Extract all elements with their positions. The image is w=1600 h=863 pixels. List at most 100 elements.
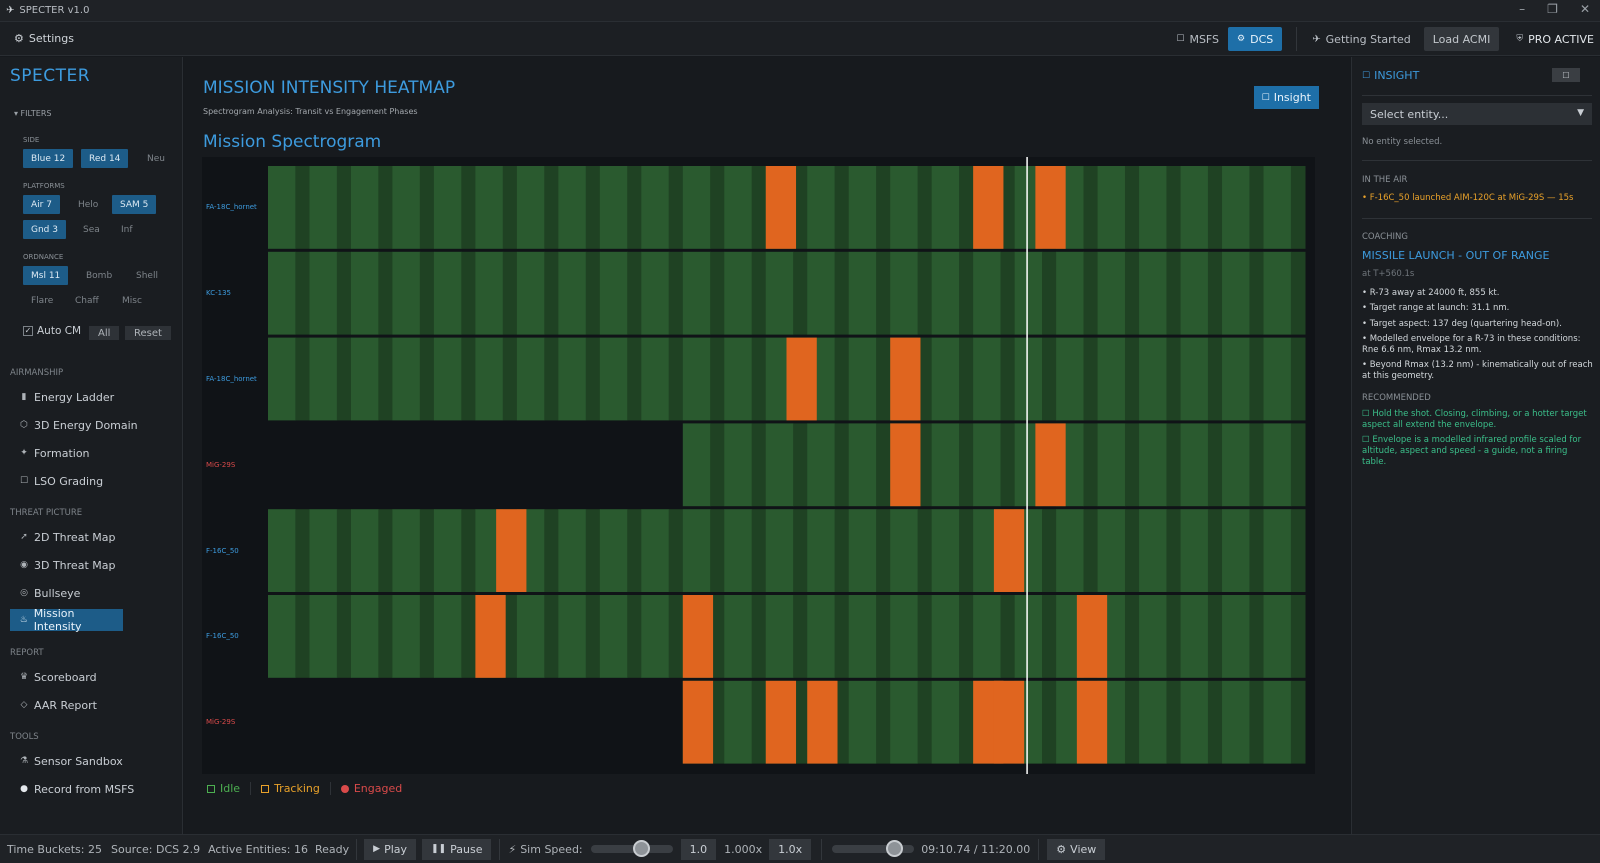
heatmap-cell	[641, 166, 670, 249]
chip-red[interactable]: Red 14	[81, 149, 129, 168]
speed-value-field[interactable]: 1.0	[680, 838, 717, 860]
insight-panel: ☐ INSIGHT ☐ Select entity... ▼ No entity s…	[1351, 57, 1600, 834]
chip-blue[interactable]: Blue 12	[23, 149, 74, 168]
load-acmi-button[interactable]: Load ACMI	[1423, 27, 1500, 51]
reset-button[interactable]: Reset	[125, 326, 171, 340]
chip-helo[interactable]: Helo	[70, 195, 106, 214]
engaged-cell	[890, 337, 921, 421]
chip-flare[interactable]: Flare	[23, 291, 61, 310]
nav-energy-ladder[interactable]: ▮ Energy Ladder	[10, 386, 123, 408]
bars-icon: ▮	[21, 392, 27, 402]
nav-formation[interactable]: ✦ Formation	[10, 442, 123, 464]
nav-sensor-sandbox[interactable]: ⚗ Sensor Sandbox	[10, 750, 123, 772]
pro-active-badge[interactable]: ⛨ PRO ACTIVE	[1507, 27, 1600, 51]
maximize-button[interactable]: ❐	[1547, 2, 1558, 16]
heatmap-cell	[751, 251, 767, 335]
getting-started-button[interactable]: ✈ Getting Started	[1303, 27, 1419, 51]
heatmap-cell	[848, 337, 877, 421]
slider-handle[interactable]	[632, 840, 650, 857]
speed-preset-button[interactable]: 1.0x	[769, 838, 812, 860]
chip-gnd[interactable]: Gnd 3	[23, 220, 66, 239]
main-panel: MISSION INTENSITY HEATMAP Spectrogram An…	[184, 57, 1350, 834]
nav-2d-threat-map[interactable]: ➚ 2D Threat Map	[10, 526, 123, 548]
heatmap-cell	[834, 337, 850, 421]
slider-handle[interactable]	[886, 840, 904, 857]
speed-multiplier-text: 1.000x	[724, 842, 763, 856]
heatmap-cell	[793, 251, 808, 335]
engaged-cell	[765, 166, 797, 249]
chip-inf[interactable]: Inf	[113, 220, 141, 239]
section-threat: THREAT PICTURE	[10, 508, 83, 518]
nav-record-msfs[interactable]: ● Record from MSFS	[10, 778, 150, 800]
entity-select[interactable]: Select entity... ▼	[1362, 103, 1592, 125]
sim-speed-slider[interactable]	[590, 840, 673, 857]
insight-button[interactable]: ☐ Insight	[1253, 86, 1319, 109]
square-icon: ☐	[1261, 92, 1270, 103]
heatmap-cell	[1222, 680, 1250, 764]
nav-scoreboard[interactable]: ♛ Scoreboard	[10, 666, 123, 688]
heatmap-cell	[599, 166, 628, 249]
heatmap-cell	[959, 337, 974, 421]
heatmap-cell	[1097, 423, 1126, 507]
dcs-icon: ⚙	[1237, 34, 1246, 44]
heatmap-cell	[378, 337, 393, 421]
heatmap-cell	[1263, 337, 1292, 421]
nav-lso-grading[interactable]: ☐ LSO Grading	[10, 470, 123, 492]
heatmap-cell	[516, 251, 545, 335]
check-icon: ✓	[23, 326, 33, 336]
nav-aar-report[interactable]: ◇ AAR Report	[10, 694, 123, 716]
heatmap-cell	[973, 423, 1002, 507]
heatmap-cell	[848, 251, 877, 335]
play-button[interactable]: ▶ Play	[364, 838, 417, 860]
tab-dcs[interactable]: ⚙ DCS	[1228, 27, 1283, 51]
chip-bomb[interactable]: Bomb	[78, 266, 120, 285]
heatmap-cell	[309, 595, 338, 678]
tag-icon: ◇	[20, 700, 28, 710]
chip-neu[interactable]: Neu	[139, 149, 173, 168]
sensor-icon: ⚗	[19, 756, 29, 766]
chip-sam[interactable]: SAM 5	[112, 195, 157, 214]
heatmap-cell	[1097, 509, 1126, 592]
nav-bullseye[interactable]: ◎ Bullseye	[10, 582, 123, 604]
legend-engaged: Engaged	[340, 782, 412, 795]
chip-msl[interactable]: Msl 11	[23, 266, 69, 285]
heatmap-cell	[309, 251, 338, 335]
nav-3d-energy-domain[interactable]: ⬡ 3D Energy Domain	[10, 414, 150, 436]
settings-button[interactable]: ⚙ Settings	[14, 32, 74, 45]
heatmap-cell	[1042, 509, 1057, 592]
heatmap-cell	[433, 166, 462, 249]
chip-air[interactable]: Air 7	[23, 195, 60, 214]
panel-toggle-button[interactable]: ☐	[1552, 68, 1580, 82]
minimize-button[interactable]: –	[1519, 2, 1525, 16]
chip-misc[interactable]: Misc	[114, 291, 150, 310]
heatmap-cell	[724, 423, 753, 507]
active-entities-text: Active Entities: 16	[208, 842, 308, 856]
heatmap-cell	[1139, 251, 1167, 335]
heatmap-cell	[807, 509, 836, 592]
filters-header[interactable]: ▾ FILTERS	[14, 109, 51, 118]
chip-chaff[interactable]: Chaff	[67, 291, 107, 310]
nav-mission-intensity[interactable]: ♨ Mission Intensity	[10, 607, 123, 633]
heatmap-cell	[1290, 337, 1306, 421]
all-button[interactable]: All	[89, 326, 120, 340]
heatmap-cell	[890, 166, 919, 249]
view-button[interactable]: ⚙ View	[1047, 838, 1106, 860]
heatmap-cell	[309, 509, 338, 592]
timeline-slider[interactable]	[832, 840, 915, 857]
heatmap-cell	[461, 509, 476, 592]
divider	[821, 838, 823, 860]
chip-shell[interactable]: Shell	[128, 266, 166, 285]
nav-3d-threat-map[interactable]: ◉ 3D Threat Map	[10, 554, 123, 576]
chip-sea[interactable]: Sea	[75, 220, 108, 239]
heatmap-cell	[1166, 337, 1182, 421]
legend-tracking: Tracking	[261, 782, 331, 795]
heatmap-cell	[419, 337, 435, 421]
auto-cm-checkbox[interactable]: ✓ Auto CM	[23, 325, 81, 337]
heatmap-cell	[959, 251, 974, 335]
close-button[interactable]: ✕	[1580, 2, 1590, 16]
divider	[1362, 95, 1592, 96]
heatmap-cell	[1263, 509, 1292, 592]
engaged-cell	[1076, 595, 1108, 678]
pause-button[interactable]: ❚❚ Pause	[422, 838, 492, 860]
tab-msfs[interactable]: ☐ MSFS	[1167, 27, 1228, 51]
